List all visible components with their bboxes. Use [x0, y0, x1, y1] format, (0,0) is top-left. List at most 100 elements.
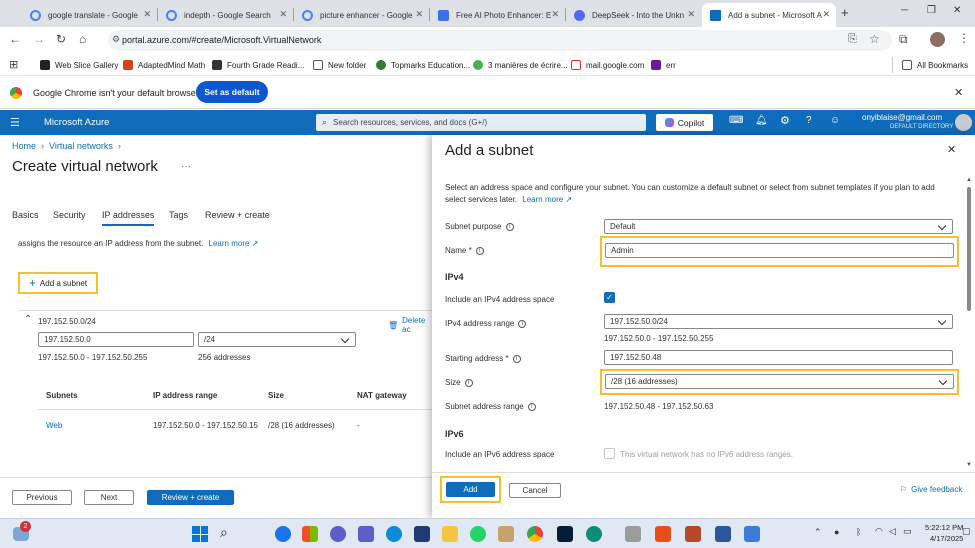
back-icon[interactable]: ←: [9, 32, 21, 46]
bookmark-star-icon[interactable]: ☆: [869, 32, 880, 46]
delete-address-space[interactable]: 🗑︎ Delete ac: [388, 316, 432, 334]
include-ipv4-checkbox[interactable]: ✓: [604, 292, 615, 303]
bookmark-item[interactable]: Fourth Grade Readi...: [212, 57, 304, 73]
tab-security[interactable]: Security: [53, 210, 86, 220]
app-chrome-icon[interactable]: [527, 526, 543, 542]
include-ipv6-checkbox[interactable]: [604, 448, 615, 459]
all-bookmarks[interactable]: All Bookmarks: [892, 57, 968, 73]
learn-more-link[interactable]: Learn more: [522, 195, 563, 204]
info-icon[interactable]: i: [505, 222, 514, 231]
close-tab-icon[interactable]: ✕: [687, 9, 695, 20]
app-edge-icon[interactable]: [386, 526, 402, 542]
close-tab-icon[interactable]: ✕: [551, 9, 559, 20]
maximize-icon[interactable]: ❐: [927, 5, 936, 16]
chevron-up-icon[interactable]: ⌃: [24, 314, 32, 325]
app-powerpoint-icon[interactable]: [685, 526, 701, 542]
address-input[interactable]: 197.152.50.0: [38, 332, 194, 347]
forward-icon[interactable]: →: [33, 32, 45, 46]
browser-tab[interactable]: picture enhancer - Google ✕: [294, 3, 429, 27]
app-swift-icon[interactable]: [586, 526, 602, 542]
global-search-input[interactable]: ⌕ Search resources, services, and docs (…: [316, 114, 646, 131]
tray-overflow-icon[interactable]: ⌃: [814, 527, 822, 538]
window-close-icon[interactable]: ✕: [953, 5, 961, 16]
subnet-name-input[interactable]: Admin: [605, 243, 954, 258]
close-panel-icon[interactable]: ✕: [947, 143, 956, 156]
app-pinwheel-icon[interactable]: [655, 526, 671, 542]
new-tab-button[interactable]: +: [841, 5, 849, 20]
tab-tags[interactable]: Tags: [169, 210, 188, 220]
browser-tab[interactable]: DeepSeek - Into the Unkn ✕: [566, 3, 701, 27]
info-icon[interactable]: i: [527, 402, 536, 411]
wifi-icon[interactable]: ◠: [875, 526, 883, 537]
add-button[interactable]: Add: [446, 482, 495, 497]
battery-icon[interactable]: ▭: [903, 526, 912, 537]
profile-avatar[interactable]: [930, 32, 945, 47]
install-app-icon[interactable]: ⎘: [848, 33, 857, 46]
feedback-person-icon[interactable]: ☺: [830, 115, 840, 126]
azure-brand[interactable]: Microsoft Azure: [44, 117, 109, 128]
set-default-button[interactable]: Set as default: [196, 81, 268, 103]
prefix-dropdown[interactable]: /24: [198, 332, 356, 347]
notification-center-icon[interactable]: ▢: [962, 526, 971, 537]
address-bar[interactable]: ⚙ portal.azure.com/#create/Microsoft.Vir…: [108, 30, 892, 51]
app-store-grid-icon[interactable]: [302, 526, 318, 542]
copilot-button[interactable]: Copilot: [656, 114, 713, 131]
portal-menu-icon[interactable]: ☰: [10, 116, 20, 129]
browser-tab[interactable]: google translate - Google ✕: [22, 3, 157, 27]
settings-gear-icon[interactable]: ⚙: [780, 114, 790, 127]
scroll-up-icon[interactable]: ▲: [966, 177, 972, 183]
breadcrumb-virtual-networks[interactable]: Virtual networks: [49, 141, 113, 151]
reload-icon[interactable]: ↻: [56, 32, 66, 46]
give-feedback-link[interactable]: ⚐ Give feedback: [900, 485, 962, 494]
tab-ip-addresses[interactable]: IP addresses: [102, 210, 155, 226]
extensions-icon[interactable]: ⧉: [899, 32, 908, 47]
app-notepad-icon[interactable]: [744, 526, 760, 542]
info-icon[interactable]: i: [464, 378, 473, 387]
bookmark-item[interactable]: AdaptedMind Math: [123, 57, 205, 73]
panel-scrollbar[interactable]: ▲ ▼: [965, 177, 973, 471]
bookmark-item[interactable]: Web Slice Gallery: [40, 57, 118, 73]
site-info-icon[interactable]: ⚙: [112, 34, 120, 45]
tray-app-icon[interactable]: ●: [834, 527, 839, 537]
apps-grid-icon[interactable]: ⊞: [9, 58, 18, 71]
app-copilot-icon[interactable]: [275, 526, 291, 542]
close-infobar-icon[interactable]: ✕: [954, 86, 963, 99]
breadcrumb-home[interactable]: Home: [12, 141, 36, 151]
tab-basics[interactable]: Basics: [12, 210, 39, 220]
app-folder-icon[interactable]: [498, 526, 514, 542]
review-create-button[interactable]: Review + create: [147, 490, 234, 505]
close-tab-icon[interactable]: ✕: [143, 9, 151, 20]
close-tab-icon[interactable]: ✕: [822, 9, 830, 20]
browser-tab[interactable]: Free AI Photo Enhancer: E ✕: [430, 3, 565, 27]
user-avatar[interactable]: [955, 114, 972, 131]
learn-more-link[interactable]: Learn more: [209, 239, 250, 248]
starting-address-input[interactable]: 197.152.50.48: [604, 350, 953, 365]
app-word-icon[interactable]: [715, 526, 731, 542]
browser-tab-active[interactable]: Add a subnet - Microsoft A ✕: [702, 3, 836, 27]
taskbar-search-icon[interactable]: ⌕: [220, 524, 228, 541]
home-icon[interactable]: ⌂: [79, 32, 86, 46]
app-photoshop-icon[interactable]: [557, 526, 573, 542]
app-teams-icon[interactable]: [358, 526, 374, 542]
info-icon[interactable]: i: [518, 319, 527, 328]
volume-icon[interactable]: ◁: [889, 526, 896, 537]
cloud-shell-icon[interactable]: ⌨: [729, 115, 743, 126]
scrollbar-thumb[interactable]: [967, 187, 971, 311]
bookmark-item[interactable]: mail.google.com: [571, 57, 644, 73]
subnet-purpose-dropdown[interactable]: Default: [604, 219, 953, 234]
size-dropdown[interactable]: /28 (16 addresses): [605, 374, 954, 389]
cancel-button[interactable]: Cancel: [509, 483, 561, 498]
bookmark-item[interactable]: 3 manières de écrire...: [473, 57, 568, 73]
tab-review-create[interactable]: Review + create: [205, 210, 270, 220]
bookmark-item[interactable]: Topmarks Education...: [376, 57, 470, 73]
start-windows-icon[interactable]: [192, 526, 208, 542]
close-tab-icon[interactable]: ✕: [415, 9, 423, 20]
user-email[interactable]: onyiblaise@gmail.com: [862, 113, 942, 122]
add-subnet-button[interactable]: + Add a subnet: [18, 272, 98, 294]
more-options-icon[interactable]: ···: [181, 161, 191, 172]
chrome-menu-icon[interactable]: ⋮: [958, 31, 970, 45]
bluetooth-icon[interactable]: ᛒ: [856, 527, 861, 537]
subnet-link-web[interactable]: Web: [46, 421, 62, 430]
app-file-explorer-icon[interactable]: [442, 526, 458, 542]
ipv4-range-dropdown[interactable]: 197.152.50.0/24: [604, 314, 953, 329]
